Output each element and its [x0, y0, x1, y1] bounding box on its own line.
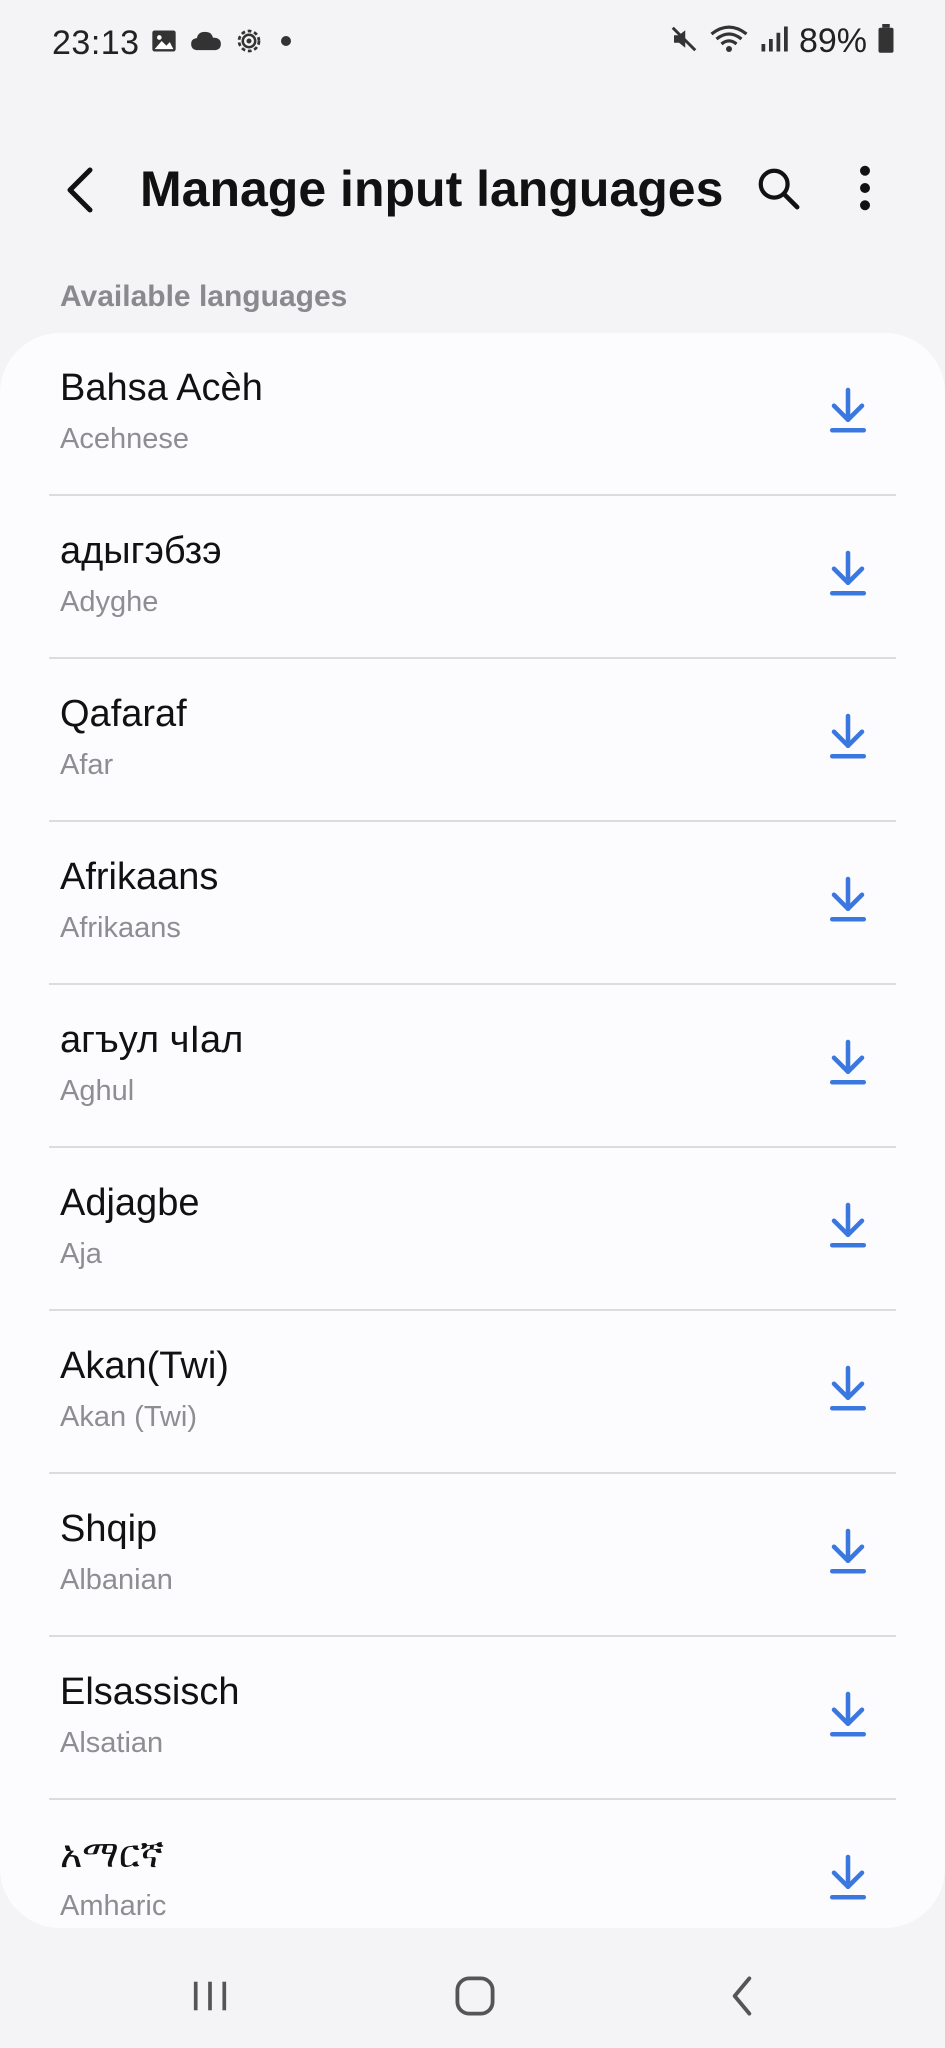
status-right-icons: 89% — [669, 22, 895, 61]
status-bar: 23:13 89% — [0, 0, 945, 90]
download-button[interactable] — [818, 1361, 878, 1421]
status-time: 23:13 — [52, 24, 140, 62]
language-english-name: Aja — [60, 1238, 102, 1270]
language-row[interactable]: Qafaraf Afar — [0, 659, 945, 822]
language-native-name: Qafaraf — [60, 693, 187, 735]
home-button[interactable] — [445, 1968, 505, 2028]
language-row[interactable]: Bahsa Acèh Acehnese — [0, 333, 945, 496]
download-icon — [827, 549, 869, 604]
more-options-button[interactable] — [835, 160, 895, 220]
download-button[interactable] — [818, 1198, 878, 1258]
more-vertical-icon — [855, 165, 875, 216]
language-english-name: Alsatian — [60, 1727, 164, 1759]
download-button[interactable] — [818, 546, 878, 606]
recents-button[interactable] — [180, 1968, 240, 2028]
back-icon — [725, 1974, 759, 2023]
download-icon — [827, 1527, 869, 1582]
search-icon — [755, 165, 801, 216]
battery-percent: 89% — [798, 22, 867, 60]
settings-gear-icon — [234, 26, 264, 61]
language-row[interactable]: адыгэбзэ Adyghe — [0, 496, 945, 659]
language-native-name: адыгэбзэ — [60, 530, 222, 572]
section-label: Available languages — [60, 280, 348, 313]
back-button[interactable] — [50, 162, 110, 222]
back-chevron-icon — [60, 165, 100, 220]
language-list: Bahsa Acèh Acehnese адыгэбзэ Adyghe Qafa… — [0, 333, 945, 1928]
notification-dot-icon — [276, 31, 296, 56]
page-title: Manage input languages — [140, 161, 724, 217]
language-english-name: Afar — [60, 749, 114, 781]
language-native-name: Shqip — [60, 1508, 158, 1550]
download-icon — [827, 1853, 869, 1908]
signal-icon — [759, 24, 789, 59]
download-icon — [827, 386, 869, 441]
language-row[interactable]: አማርኛ Amharic — [0, 1800, 945, 1928]
download-icon — [827, 712, 869, 767]
language-native-name: Elsassisch — [60, 1671, 240, 1713]
language-english-name: Afrikaans — [60, 912, 181, 944]
download-icon — [827, 1038, 869, 1093]
language-row[interactable]: Akan(Twi) Akan (Twi) — [0, 1311, 945, 1474]
download-button[interactable] — [818, 383, 878, 443]
navigation-bar — [0, 1928, 945, 2048]
language-native-name: Afrikaans — [60, 856, 219, 898]
language-english-name: Acehnese — [60, 423, 189, 455]
download-button[interactable] — [818, 1524, 878, 1584]
mute-icon — [669, 24, 699, 59]
cloud-icon — [190, 27, 222, 60]
download-button[interactable] — [818, 872, 878, 932]
language-native-name: агъул чӀал — [60, 1019, 244, 1061]
gallery-icon — [150, 27, 178, 60]
language-native-name: አማርኛ — [60, 1834, 165, 1876]
language-english-name: Akan (Twi) — [60, 1401, 197, 1433]
download-icon — [827, 1690, 869, 1745]
download-button[interactable] — [818, 1035, 878, 1095]
download-icon — [827, 1201, 869, 1256]
language-english-name: Amharic — [60, 1890, 167, 1922]
language-english-name: Albanian — [60, 1564, 173, 1596]
wifi-icon — [709, 23, 749, 60]
download-button[interactable] — [818, 1850, 878, 1910]
download-button[interactable] — [818, 709, 878, 769]
language-english-name: Adyghe — [60, 586, 159, 618]
language-english-name: Aghul — [60, 1075, 135, 1107]
home-icon — [453, 1974, 497, 2023]
language-row[interactable]: Shqip Albanian — [0, 1474, 945, 1637]
search-button[interactable] — [748, 160, 808, 220]
battery-icon — [877, 24, 895, 59]
language-native-name: Bahsa Acèh — [60, 367, 263, 409]
download-button[interactable] — [818, 1687, 878, 1747]
app-header: Manage input languages — [0, 140, 945, 240]
language-row[interactable]: Adjagbe Aja — [0, 1148, 945, 1311]
language-row[interactable]: агъул чӀал Aghul — [0, 985, 945, 1148]
status-left-icons — [150, 26, 296, 61]
nav-back-button[interactable] — [712, 1968, 772, 2028]
language-row[interactable]: Afrikaans Afrikaans — [0, 822, 945, 985]
recents-icon — [188, 1976, 232, 2021]
download-icon — [827, 1364, 869, 1419]
download-icon — [827, 875, 869, 930]
language-row[interactable]: Elsassisch Alsatian — [0, 1637, 945, 1800]
language-native-name: Akan(Twi) — [60, 1345, 229, 1387]
language-native-name: Adjagbe — [60, 1182, 200, 1224]
